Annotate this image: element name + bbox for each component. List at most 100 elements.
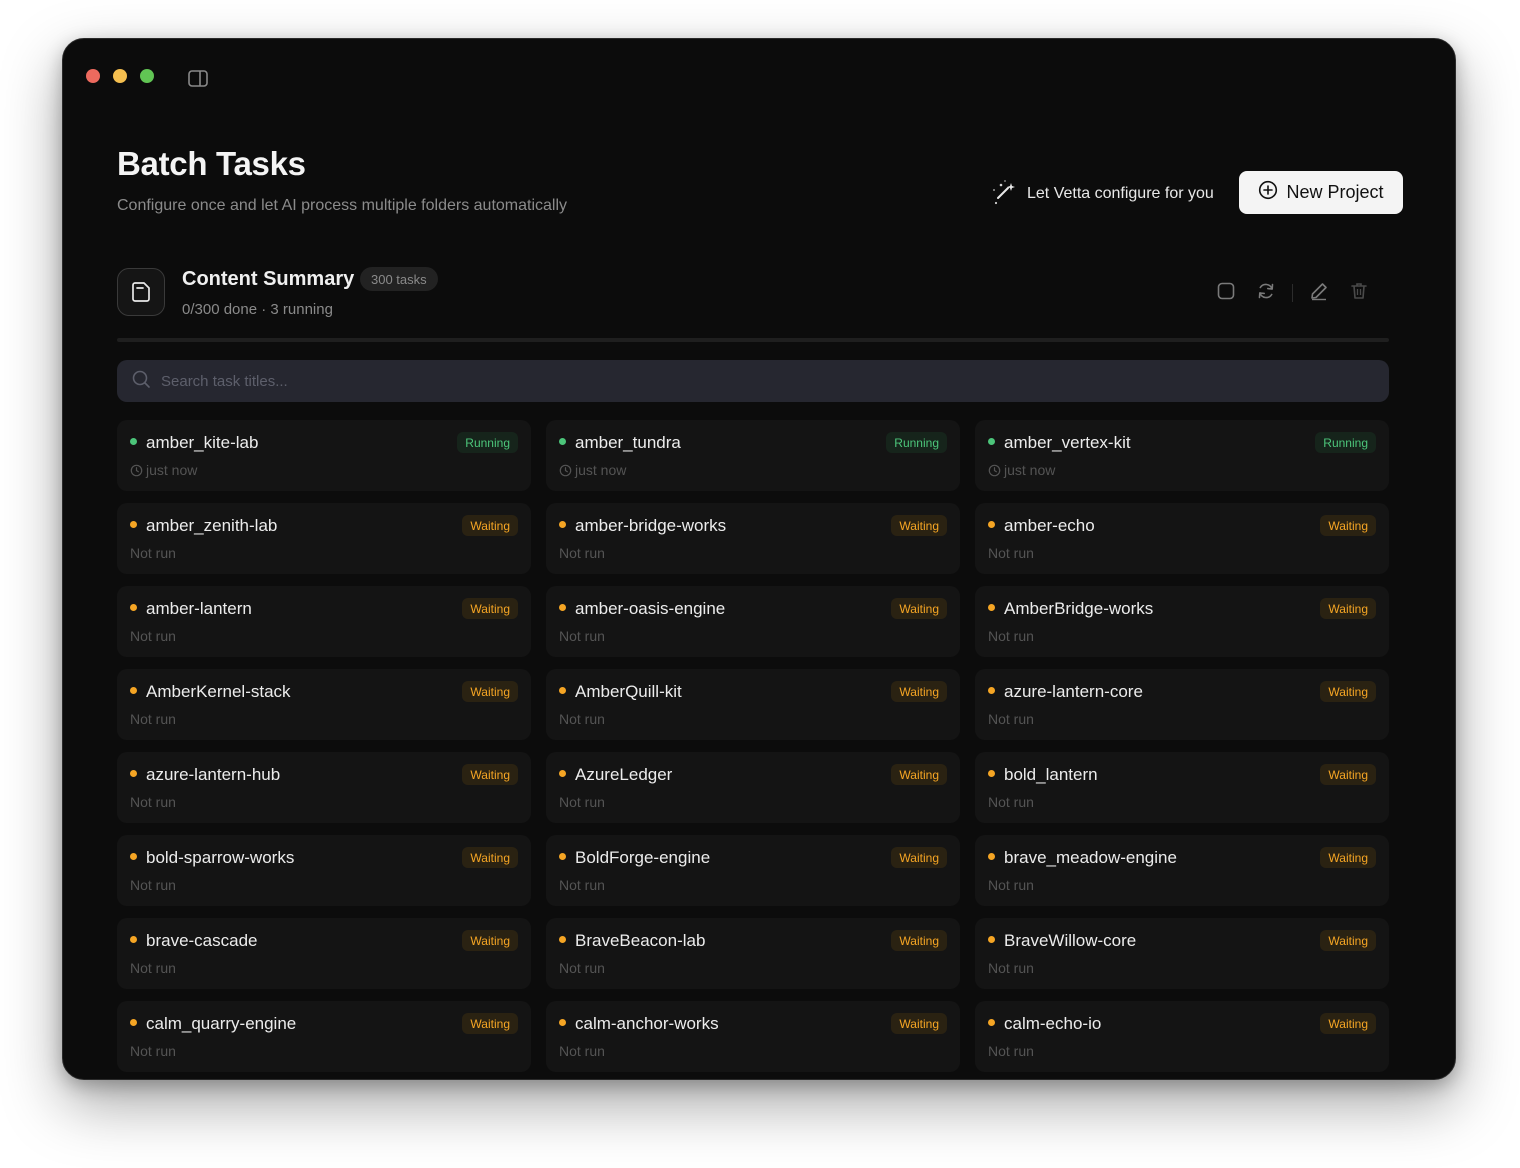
task-last-run: Not run [130, 1043, 176, 1059]
status-dot [559, 853, 566, 860]
task-card[interactable]: calm-echo-io Waiting Not run [975, 1001, 1389, 1072]
page-header: Batch Tasks Configure once and let AI pr… [117, 145, 567, 215]
project-summary-row: Content Summary 300 tasks 0/300 done · 3… [117, 267, 1389, 319]
task-card[interactable]: AmberBridge-works Waiting Not run [975, 586, 1389, 657]
sidebar-toggle-icon[interactable] [188, 70, 208, 87]
task-card[interactable]: bold-sparrow-works Waiting Not run [117, 835, 531, 906]
task-card[interactable]: bold_lantern Waiting Not run [975, 752, 1389, 823]
task-last-run: Not run [988, 1043, 1034, 1059]
status-dot [988, 853, 995, 860]
status-dot [130, 438, 137, 445]
task-last-run-text: Not run [130, 711, 176, 727]
status-badge: Waiting [1320, 515, 1376, 536]
delete-button[interactable] [1339, 282, 1379, 304]
status-badge: Running [886, 432, 947, 453]
configure-with-ai-button[interactable]: Let Vetta configure for you [989, 179, 1214, 209]
status-badge: Waiting [462, 764, 518, 785]
status-badge: Waiting [1320, 681, 1376, 702]
close-window-button[interactable] [86, 69, 100, 83]
task-card[interactable]: azure-lantern-hub Waiting Not run [117, 752, 531, 823]
edit-button[interactable] [1299, 282, 1339, 304]
status-dot [130, 770, 137, 777]
task-last-run-text: Not run [988, 960, 1034, 976]
status-badge: Waiting [462, 598, 518, 619]
task-card[interactable]: amber-oasis-engine Waiting Not run [546, 586, 960, 657]
task-name: amber_zenith-lab [146, 516, 278, 535]
clock-icon [559, 464, 572, 477]
task-last-run-text: Not run [130, 794, 176, 810]
task-name: azure-lantern-core [1004, 682, 1143, 701]
status-badge: Waiting [1320, 598, 1376, 619]
task-last-run-text: Not run [559, 711, 605, 727]
task-card[interactable]: BoldForge-engine Waiting Not run [546, 835, 960, 906]
task-last-run-text: Not run [130, 545, 176, 561]
status-dot [130, 936, 137, 943]
task-card[interactable]: amber-lantern Waiting Not run [117, 586, 531, 657]
new-project-label: New Project [1286, 182, 1384, 202]
task-card[interactable]: brave_meadow-engine Waiting Not run [975, 835, 1389, 906]
task-last-run: Not run [988, 877, 1034, 893]
project-name: Content Summary [182, 268, 355, 290]
task-card[interactable]: BraveWillow-core Waiting Not run [975, 918, 1389, 989]
task-last-run: just now [559, 462, 626, 478]
status-badge: Waiting [1320, 764, 1376, 785]
refresh-icon [1256, 281, 1276, 306]
task-last-run-text: just now [146, 462, 198, 478]
status-dot [988, 1019, 995, 1026]
status-dot [559, 438, 566, 445]
task-card[interactable]: BraveBeacon-lab Waiting Not run [546, 918, 960, 989]
task-last-run-text: Not run [988, 545, 1034, 561]
task-name: bold-sparrow-works [146, 848, 295, 867]
task-last-run-text: Not run [130, 960, 176, 976]
task-card[interactable]: azure-lantern-core Waiting Not run [975, 669, 1389, 740]
task-name: azure-lantern-hub [146, 765, 281, 784]
zoom-window-button[interactable] [140, 69, 154, 83]
task-name: amber-oasis-engine [575, 599, 726, 618]
task-card[interactable]: AzureLedger Waiting Not run [546, 752, 960, 823]
page-title: Batch Tasks [117, 145, 306, 182]
task-card[interactable]: amber-bridge-works Waiting Not run [546, 503, 960, 574]
task-last-run: Not run [988, 711, 1034, 727]
status-dot [559, 936, 566, 943]
status-badge: Running [1315, 432, 1376, 453]
search-icon [131, 369, 151, 394]
refresh-button[interactable] [1246, 282, 1286, 304]
task-card[interactable]: amber-echo Waiting Not run [975, 503, 1389, 574]
task-name: amber-lantern [146, 599, 252, 618]
search-input[interactable] [161, 372, 1361, 390]
stop-button[interactable] [1206, 282, 1246, 304]
status-badge: Waiting [891, 930, 947, 951]
task-name: calm-echo-io [1004, 1014, 1102, 1033]
new-project-button[interactable]: New Project [1239, 171, 1403, 214]
task-last-run-text: Not run [559, 960, 605, 976]
task-last-run: Not run [130, 960, 176, 976]
status-badge: Waiting [1320, 1013, 1376, 1034]
project-progress-bar [117, 338, 1389, 342]
task-card[interactable]: brave-cascade Waiting Not run [117, 918, 531, 989]
status-dot [559, 1019, 566, 1026]
task-last-run-text: Not run [130, 628, 176, 644]
task-card[interactable]: amber_tundra Running just now [546, 420, 960, 491]
status-badge: Waiting [462, 930, 518, 951]
task-card[interactable]: amber_vertex-kit Running just now [975, 420, 1389, 491]
task-card[interactable]: AmberQuill-kit Waiting Not run [546, 669, 960, 740]
task-card[interactable]: AmberKernel-stack Waiting Not run [117, 669, 531, 740]
task-last-run: Not run [130, 877, 176, 893]
task-last-run-text: Not run [988, 877, 1034, 893]
stop-square-icon [1216, 281, 1236, 306]
task-card[interactable]: amber_zenith-lab Waiting Not run [117, 503, 531, 574]
status-dot [559, 604, 566, 611]
task-card[interactable]: amber_kite-lab Running just now [117, 420, 531, 491]
minimize-window-button[interactable] [113, 69, 127, 83]
clock-icon [988, 464, 1001, 477]
task-name: BoldForge-engine [575, 848, 711, 867]
task-last-run: Not run [130, 545, 176, 561]
task-last-run-text: Not run [130, 877, 176, 893]
status-dot [559, 770, 566, 777]
task-last-run: Not run [559, 1043, 605, 1059]
task-name: BraveBeacon-lab [575, 931, 706, 950]
task-last-run: Not run [559, 628, 605, 644]
task-card[interactable]: calm-anchor-works Waiting Not run [546, 1001, 960, 1072]
task-name: brave-cascade [146, 931, 258, 950]
task-card[interactable]: calm_quarry-engine Waiting Not run [117, 1001, 531, 1072]
